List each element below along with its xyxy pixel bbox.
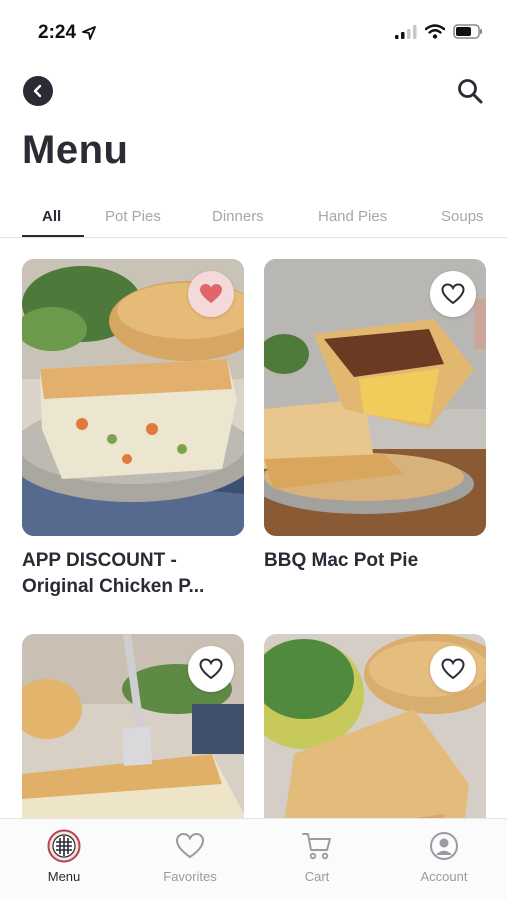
chicken-pot-pie-photo[interactable] bbox=[22, 259, 244, 536]
status-bar: 2:24 bbox=[0, 0, 507, 60]
bottom-tab-label: Account bbox=[420, 869, 468, 884]
battery-icon bbox=[453, 24, 482, 39]
favorite-toggle[interactable] bbox=[188, 271, 234, 317]
product-title[interactable]: BBQ Mac Pot Pie bbox=[264, 548, 486, 574]
bottom-tab-account[interactable]: Account bbox=[394, 829, 494, 884]
heart-icon bbox=[175, 832, 205, 859]
category-tabs: All Pot Pies Dinners Hand Pies Soups bbox=[0, 196, 507, 238]
heart-outline-icon bbox=[199, 658, 223, 680]
menu-logo-icon bbox=[47, 829, 81, 863]
status-time-text: 2:24 bbox=[38, 22, 77, 43]
heart-outline-icon bbox=[441, 658, 465, 680]
heart-outline-icon bbox=[441, 283, 465, 305]
heart-filled-icon bbox=[200, 284, 222, 303]
cellular-signal-icon bbox=[395, 24, 417, 39]
tab-dinners[interactable]: Dinners bbox=[212, 208, 264, 225]
back-button[interactable] bbox=[23, 76, 53, 106]
bottom-tab-label: Cart bbox=[304, 869, 330, 884]
bottom-tab-menu[interactable]: Menu bbox=[14, 829, 114, 884]
wifi-icon bbox=[425, 24, 445, 39]
product-card[interactable]: BBQ Mac Pot Pie bbox=[264, 259, 486, 574]
search-button[interactable] bbox=[455, 76, 485, 106]
search-icon bbox=[458, 79, 483, 104]
bottom-tab-favorites[interactable]: Favorites bbox=[140, 829, 240, 884]
page-title: Menu bbox=[22, 128, 129, 172]
tab-hand-pies[interactable]: Hand Pies bbox=[318, 208, 387, 225]
location-arrow-icon bbox=[82, 26, 96, 40]
product-title[interactable]: APP DISCOUNT - Original Chicken P... bbox=[22, 548, 244, 600]
tab-soups[interactable]: Soups bbox=[441, 208, 484, 225]
tab-all[interactable]: All bbox=[42, 208, 61, 225]
bbq-mac-pot-pie-photo[interactable] bbox=[264, 259, 486, 536]
bottom-tab-label: Menu bbox=[47, 869, 81, 884]
favorite-toggle[interactable] bbox=[188, 646, 234, 692]
favorite-toggle[interactable] bbox=[430, 271, 476, 317]
status-time: 2:24 bbox=[38, 22, 96, 44]
bottom-tab-bar: Menu Favorites Cart Account bbox=[0, 818, 507, 900]
tab-pot-pies[interactable]: Pot Pies bbox=[105, 208, 161, 225]
active-tab-indicator bbox=[22, 235, 84, 237]
favorite-toggle[interactable] bbox=[430, 646, 476, 692]
bottom-tab-cart[interactable]: Cart bbox=[267, 829, 367, 884]
cart-icon bbox=[302, 833, 331, 860]
product-card[interactable]: APP DISCOUNT - Original Chicken P... bbox=[22, 259, 244, 600]
back-arrow-icon bbox=[33, 84, 42, 98]
nav-bar bbox=[0, 72, 507, 112]
account-icon bbox=[430, 832, 458, 860]
bottom-tab-label: Favorites bbox=[163, 869, 217, 884]
status-icons bbox=[395, 24, 483, 39]
